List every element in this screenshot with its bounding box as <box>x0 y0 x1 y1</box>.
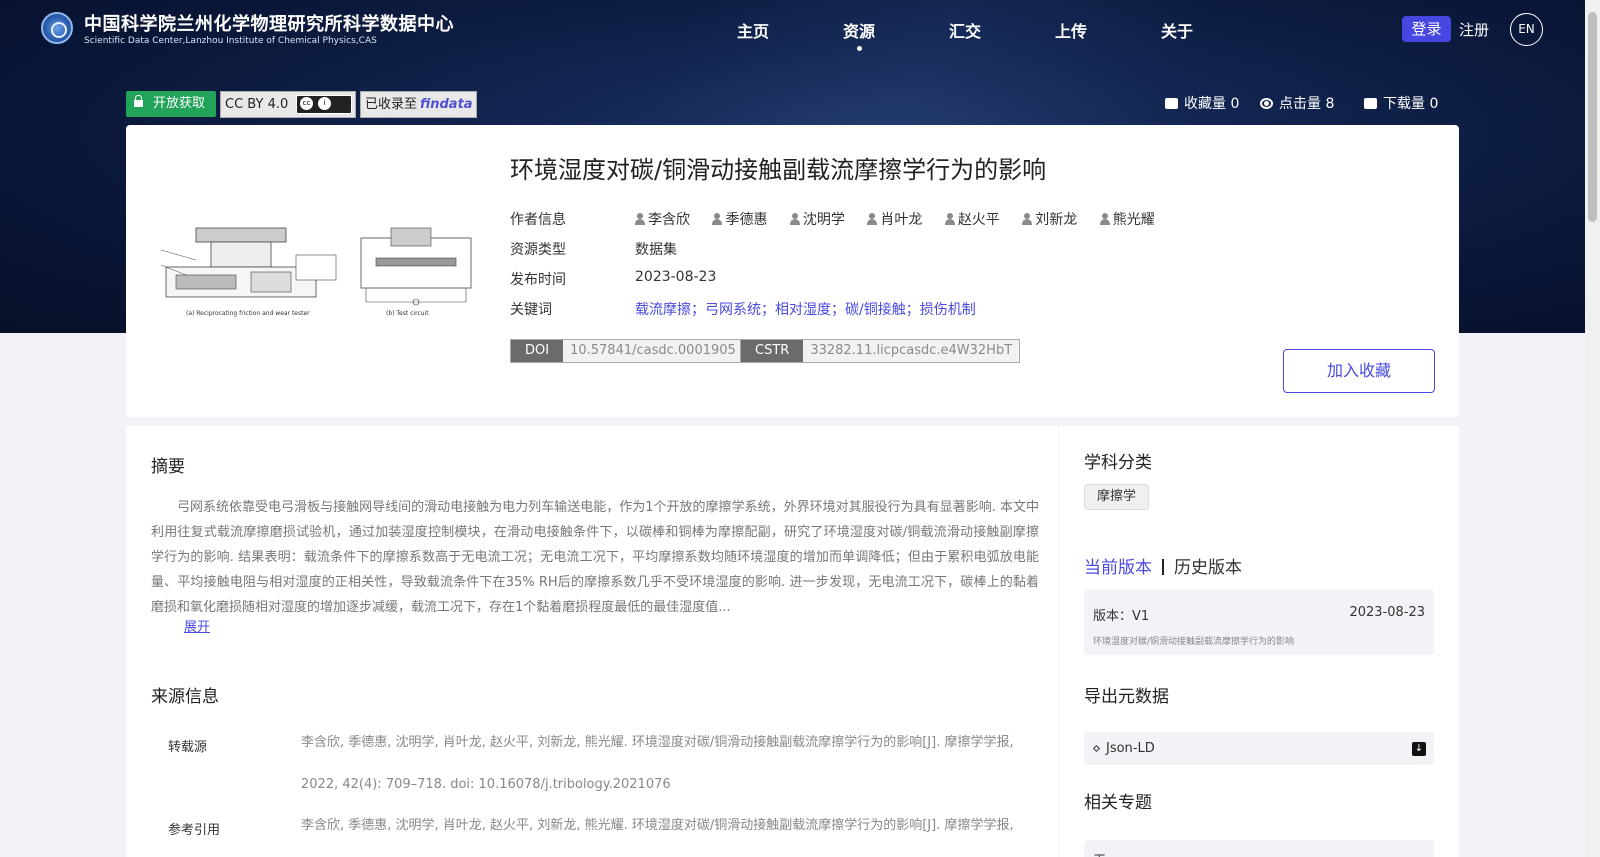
doi-box[interactable]: DOI 10.57841/casdc.0001905 <box>510 339 744 363</box>
dataset-title: 环境湿度对碳/铜滑动接触副载流摩擦学行为的影响 <box>510 156 1047 184</box>
type-label: 资源类型 <box>510 242 566 258</box>
authors-list: 李含欣 季德惠 沈明学 肖叶龙 赵火平 刘新龙 熊光耀 <box>635 209 1173 229</box>
user-icon <box>635 213 645 225</box>
cstr-label: CSTR <box>741 340 804 362</box>
nav-upload[interactable]: 上传 <box>1018 18 1124 42</box>
download-icon <box>1364 98 1377 109</box>
user-icon <box>712 213 723 225</box>
main-content-panel: 摘要 弓网系统依靠受电弓滑板与接触网导线间的滑动电接触为电力列车输送电能，作为1… <box>126 426 1058 857</box>
reprint-source-text: 李含欣, 季德惠, 沈明学, 肖叶龙, 赵火平, 刘新龙, 熊光耀. 环境湿度对… <box>301 735 1014 792</box>
svg-text:(a) Reciprocating friction and: (a) Reciprocating friction and wear test… <box>186 310 310 317</box>
findata-badge[interactable]: 已收录至 findata <box>360 91 477 118</box>
site-subtitle: Scientific Data Center,Lanzhou Institute… <box>84 36 377 46</box>
date-label: 发布时间 <box>510 272 566 288</box>
login-button[interactable]: 登录 <box>1402 16 1451 42</box>
unlock-icon <box>134 95 143 107</box>
nav-home[interactable]: 主页 <box>700 18 806 42</box>
doi-value[interactable]: 10.57841/casdc.0001905 <box>563 340 743 362</box>
license-label: CC BY 4.0 <box>225 97 289 112</box>
favorites-count: 收藏量 0 <box>1165 93 1239 113</box>
open-access-badge: 开放获取 <box>126 91 216 117</box>
author-item[interactable]: 熊光耀 <box>1099 209 1155 229</box>
downloads-count: 下载量 0 <box>1364 93 1438 113</box>
expand-abstract-link[interactable]: 展开 <box>184 616 210 635</box>
user-icon <box>789 213 800 225</box>
keywords-label: 关键词 <box>510 302 552 318</box>
user-icon <box>944 213 955 225</box>
tab-separator <box>1162 559 1164 575</box>
authors-label: 作者信息 <box>510 212 566 228</box>
cstr-box[interactable]: CSTR 33282.11.licpcasdc.e4W32HbT <box>740 339 1021 363</box>
version-number: 版本：V1 <box>1093 609 1150 624</box>
findata-prefix: 已收录至 <box>365 97 418 112</box>
author-item[interactable]: 刘新龙 <box>1022 209 1077 229</box>
export-metadata-title: 导出元数据 <box>1084 687 1169 707</box>
cstr-value[interactable]: 33282.11.licpcasdc.e4W32HbT <box>803 340 1019 362</box>
related-topics-title: 相关专题 <box>1084 793 1152 813</box>
author-item[interactable]: 肖叶龙 <box>867 209 922 229</box>
subject-title: 学科分类 <box>1084 453 1152 473</box>
source-info-title: 来源信息 <box>151 687 219 707</box>
language-toggle-button[interactable]: EN <box>1510 13 1543 46</box>
findata-logo: findata <box>420 97 473 112</box>
bookmark-icon <box>1165 98 1178 109</box>
tab-history-version[interactable]: 历史版本 <box>1174 558 1242 578</box>
user-icon <box>867 213 878 225</box>
author-item[interactable]: 沈明学 <box>789 209 845 229</box>
version-card[interactable]: 版本：V1 2023-08-23 环境湿度对碳/铜滑动接触副载流摩擦学行为的影响 <box>1084 589 1434 655</box>
institute-logo-icon[interactable] <box>41 12 73 44</box>
scrollbar-thumb[interactable] <box>1588 12 1597 222</box>
citation-label: 参考引用 <box>168 823 221 838</box>
tab-current-version[interactable]: 当前版本 <box>1084 558 1152 578</box>
add-to-favorites-button[interactable]: 加入收藏 <box>1283 349 1435 393</box>
export-format-item[interactable]: Json-LD ↓ <box>1084 732 1434 765</box>
abstract-text: 弓网系统依靠受电弓滑板与接触网导线间的滑动电接触为电力列车输送电能，作为1个开放… <box>151 500 1040 615</box>
user-icon <box>1022 213 1033 225</box>
keywords-links[interactable]: 载流摩擦；弓网系统；相对湿度；碳/铜接触；损伤机制 <box>635 299 976 319</box>
user-icon <box>1099 213 1110 225</box>
date-value: 2023-08-23 <box>635 269 717 285</box>
related-topics-box: 无 <box>1084 840 1434 857</box>
sidebar-panel: 学科分类 摩擦学 当前版本 历史版本 版本：V1 2023-08-23 环境湿度对… <box>1059 426 1459 857</box>
reprint-source-label: 转载源 <box>168 740 208 755</box>
diamond-icon <box>1092 744 1101 753</box>
register-link[interactable]: 注册 <box>1459 19 1489 40</box>
license-badge[interactable]: CC BY 4.0 cc i <box>220 91 356 118</box>
eye-icon <box>1260 98 1273 109</box>
open-access-label: 开放获取 <box>153 96 206 111</box>
export-format-label: Json-LD <box>1106 741 1155 756</box>
svg-text:(b) Test circuit: (b) Test circuit <box>386 310 429 317</box>
dataset-summary-card: (a) Reciprocating friction and wear test… <box>126 125 1459 417</box>
doi-label: DOI <box>511 340 564 362</box>
page-scrollbar[interactable] <box>1585 0 1600 857</box>
type-value: 数据集 <box>635 242 677 258</box>
dataset-thumbnail-image[interactable]: (a) Reciprocating friction and wear test… <box>156 220 486 320</box>
cc-by-logo-icon: cc i <box>296 95 352 114</box>
nav-submit[interactable]: 汇交 <box>912 18 1018 42</box>
author-item[interactable]: 赵火平 <box>944 209 1000 229</box>
version-tabs: 当前版本 历史版本 <box>1084 553 1242 578</box>
download-icon[interactable]: ↓ <box>1412 742 1426 756</box>
citation-text: 李含欣, 季德惠, 沈明学, 肖叶龙, 赵火平, 刘新龙, 熊光耀. 环境湿度对… <box>301 818 1014 833</box>
author-item[interactable]: 季德惠 <box>712 209 767 229</box>
author-item[interactable]: 李含欣 <box>635 209 690 229</box>
nav-about[interactable]: 关于 <box>1124 18 1230 42</box>
version-date: 2023-08-23 <box>1349 605 1425 620</box>
abstract-title: 摘要 <box>151 457 185 477</box>
main-nav: 主页 资源 汇交 上传 关于 <box>700 18 1230 51</box>
site-title[interactable]: 中国科学院兰州化学物理研究所科学数据中心 <box>84 10 454 36</box>
clicks-count: 点击量 8 <box>1260 93 1334 113</box>
subject-tag[interactable]: 摩擦学 <box>1084 484 1150 510</box>
nav-resources[interactable]: 资源 <box>806 18 912 51</box>
version-title: 环境湿度对碳/铜滑动接触副载流摩擦学行为的影响 <box>1093 637 1295 647</box>
